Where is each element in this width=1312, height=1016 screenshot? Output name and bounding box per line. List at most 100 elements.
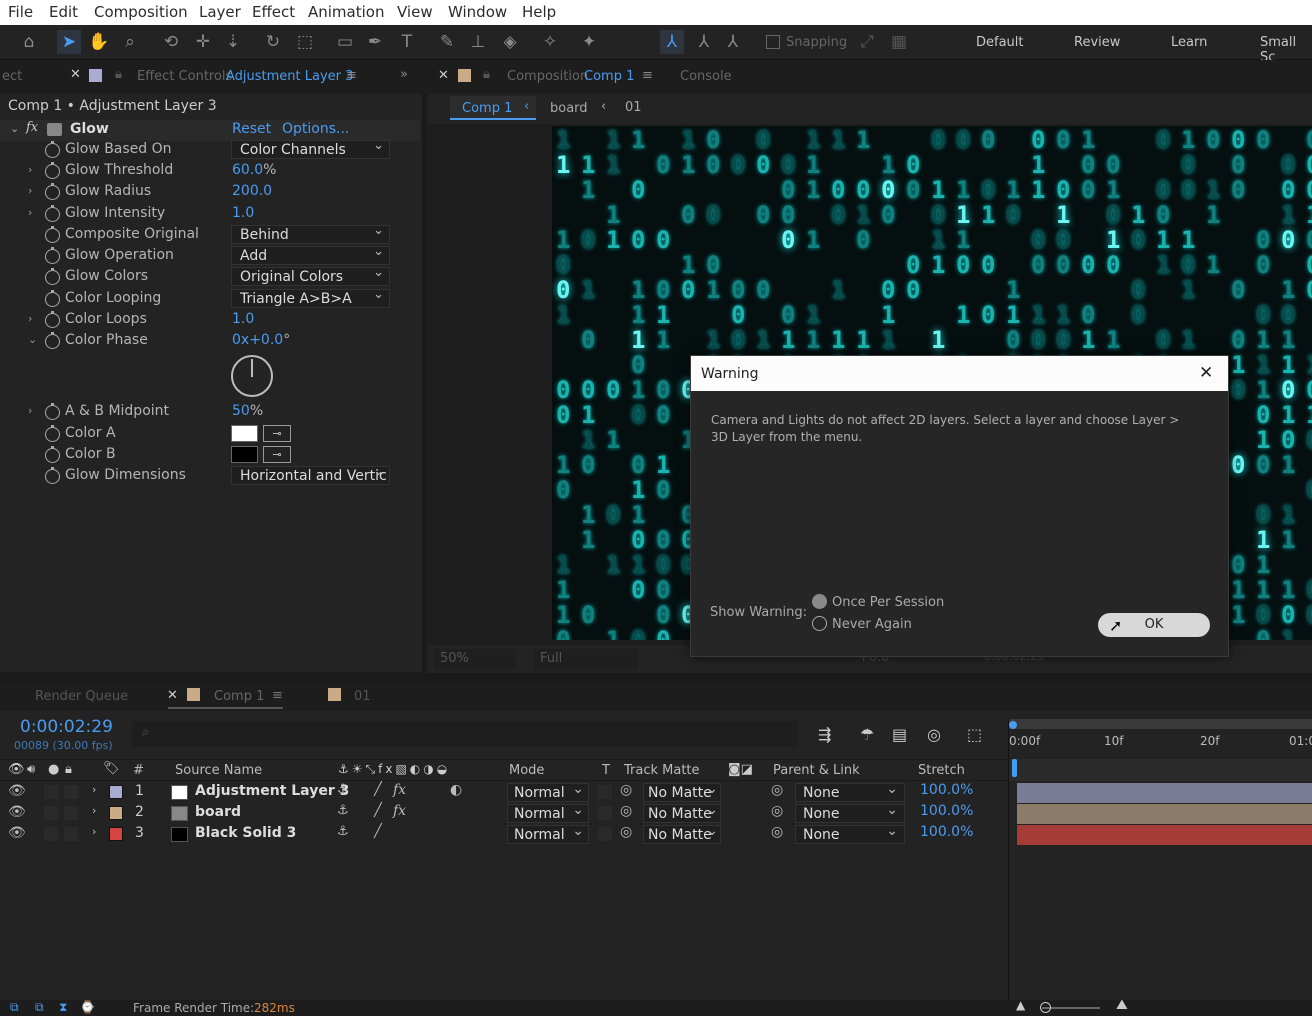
- lock-checkbox[interactable]: [64, 785, 78, 799]
- column-t[interactable]: T: [602, 763, 610, 778]
- parent-dropdown[interactable]: None: [795, 801, 905, 823]
- eyedropper-icon[interactable]: ⊸: [263, 425, 291, 442]
- tab-timeline-01[interactable]: 01: [354, 689, 371, 704]
- quality-icon[interactable]: ╱: [374, 803, 382, 818]
- stretch-value[interactable]: 100.0%: [920, 803, 973, 819]
- render-time-icon[interactable]: ⌚: [80, 1000, 95, 1014]
- zoom-slider-handle[interactable]: [1040, 1002, 1051, 1013]
- layer-label-color[interactable]: [109, 806, 123, 820]
- shy-icon[interactable]: ⚓: [337, 782, 349, 797]
- stopwatch-icon[interactable]: [45, 205, 60, 222]
- solo-icon[interactable]: ●: [48, 762, 59, 777]
- parent-pick-whip-icon[interactable]: ◎: [771, 803, 783, 819]
- composition-tab-label[interactable]: Composition: [507, 69, 588, 84]
- column-stretch[interactable]: Stretch: [918, 763, 965, 778]
- composition-tab-comp[interactable]: Comp 1: [584, 69, 634, 84]
- once-per-session-radio[interactable]: [812, 594, 827, 609]
- hand-tool-icon[interactable]: ✋: [87, 30, 111, 54]
- column-parent[interactable]: Parent & Link: [773, 763, 860, 778]
- frame-blending-icon[interactable]: ▤: [892, 725, 907, 744]
- stopwatch-icon[interactable]: [45, 268, 60, 285]
- glow-operation-dropdown[interactable]: Add: [231, 243, 390, 265]
- pick-whip-icon[interactable]: ◎: [620, 824, 632, 840]
- color-loops-value[interactable]: 1.0: [232, 311, 254, 327]
- eyedropper-icon[interactable]: ⊸: [263, 446, 291, 463]
- menu-composition[interactable]: Composition: [94, 3, 188, 21]
- orbit-tool-icon[interactable]: ⟲: [159, 30, 183, 54]
- brush-tool-icon[interactable]: ✎: [435, 30, 459, 54]
- layer-name[interactable]: board: [195, 804, 241, 820]
- view-axis-icon[interactable]: ⅄: [721, 30, 745, 54]
- layer-label-color[interactable]: [109, 785, 123, 799]
- lock-icon[interactable]: 🔒︎: [115, 67, 122, 82]
- stopwatch-icon[interactable]: [45, 162, 60, 179]
- menu-edit[interactable]: Edit: [49, 3, 78, 21]
- adjustment-layer-icon[interactable]: ◐: [450, 782, 462, 798]
- flow-tab-board[interactable]: board: [550, 101, 588, 116]
- stopwatch-icon[interactable]: [45, 247, 60, 264]
- column-source-name[interactable]: Source Name: [175, 763, 262, 778]
- chevron-right-icon[interactable]: ›: [92, 825, 96, 838]
- tab-project[interactable]: ect: [2, 69, 22, 84]
- lock-icon[interactable]: 🔒︎: [483, 67, 490, 82]
- zoom-dropdown[interactable]: 50%: [434, 649, 516, 669]
- eye-icon[interactable]: 👁︎: [8, 762, 25, 777]
- column-track-matte[interactable]: Track Matte: [624, 763, 700, 778]
- menu-window[interactable]: Window: [448, 3, 507, 21]
- layer-mode-dropdown[interactable]: Normal: [507, 801, 589, 823]
- tab-console[interactable]: Console: [680, 69, 732, 84]
- stretch-value[interactable]: 100.0%: [920, 824, 973, 840]
- menu-file[interactable]: File: [8, 3, 33, 21]
- pick-whip-icon[interactable]: ◎: [620, 803, 632, 819]
- layer-row[interactable]: 👁︎ › 1 Adjustment Layer 3⚓ ╱ fx ◐ Normal ◎ No Mat…: [0, 780, 1008, 803]
- solo-checkbox[interactable]: [44, 827, 58, 841]
- layer-mode-dropdown[interactable]: Normal: [507, 822, 589, 844]
- audio-icon[interactable]: 🔊︎: [27, 762, 35, 777]
- flow-tab-01[interactable]: 01: [625, 100, 642, 115]
- pan-tool-icon[interactable]: ✛: [191, 30, 215, 54]
- stretch-value[interactable]: 100.0%: [920, 782, 973, 798]
- comp-mini-flowchart-icon[interactable]: ⇶: [818, 725, 831, 744]
- home-icon[interactable]: ⌂: [17, 30, 41, 54]
- parent-dropdown[interactable]: None: [795, 780, 905, 802]
- chevron-down-icon[interactable]: ⌄: [10, 122, 19, 135]
- close-icon[interactable]: ✕: [438, 68, 449, 83]
- tab-render-queue[interactable]: Render Queue: [35, 689, 128, 704]
- close-icon[interactable]: ✕: [1199, 363, 1213, 383]
- snap-grid-icon[interactable]: ▦: [887, 30, 911, 54]
- solo-checkbox[interactable]: [44, 785, 58, 799]
- eye-icon[interactable]: 👁︎: [8, 783, 26, 799]
- lock-checkbox[interactable]: [64, 827, 78, 841]
- workspace-learn[interactable]: Learn: [1171, 35, 1207, 50]
- panel-menu-icon[interactable]: ≡: [272, 688, 283, 703]
- zoom-out-icon[interactable]: ▲: [1016, 998, 1025, 1012]
- snapping-checkbox[interactable]: [766, 35, 780, 49]
- layer-search-input[interactable]: ⌕: [132, 721, 798, 747]
- menu-view[interactable]: View: [397, 3, 433, 21]
- stopwatch-icon[interactable]: [45, 467, 60, 484]
- reset-link[interactable]: Reset: [232, 121, 271, 137]
- puppet-tool-icon[interactable]: ✦: [577, 30, 601, 54]
- color-phase-value[interactable]: 0x+0.0°: [232, 332, 290, 348]
- type-tool-icon[interactable]: T: [395, 30, 419, 54]
- menu-layer[interactable]: Layer: [199, 3, 241, 21]
- menu-effect[interactable]: Effect: [252, 3, 295, 21]
- in-out-icon[interactable]: ⧗: [59, 1000, 67, 1015]
- chevron-right-icon[interactable]: ›: [28, 163, 32, 176]
- track-matte-dropdown[interactable]: No Matte: [643, 801, 721, 823]
- lock-checkbox[interactable]: [64, 806, 78, 820]
- color-looping-dropdown[interactable]: Triangle A>B>A: [231, 286, 390, 308]
- layer-duration-bar[interactable]: [1017, 783, 1312, 803]
- stopwatch-icon[interactable]: [45, 332, 60, 349]
- glow-threshold-value[interactable]: 60.0%: [232, 162, 276, 178]
- chevron-right-icon[interactable]: ›: [28, 404, 32, 417]
- stopwatch-icon[interactable]: [45, 403, 60, 420]
- stopwatch-icon[interactable]: [45, 226, 60, 243]
- options-link[interactable]: Options...: [282, 121, 349, 137]
- workspace-review[interactable]: Review: [1074, 35, 1120, 50]
- chevron-right-icon[interactable]: ›: [28, 312, 32, 325]
- layer-mode-dropdown[interactable]: Normal: [507, 780, 589, 802]
- zoom-in-icon[interactable]: ⛰: [1116, 997, 1128, 1013]
- stopwatch-icon[interactable]: [45, 446, 60, 463]
- column-number[interactable]: #: [133, 763, 144, 778]
